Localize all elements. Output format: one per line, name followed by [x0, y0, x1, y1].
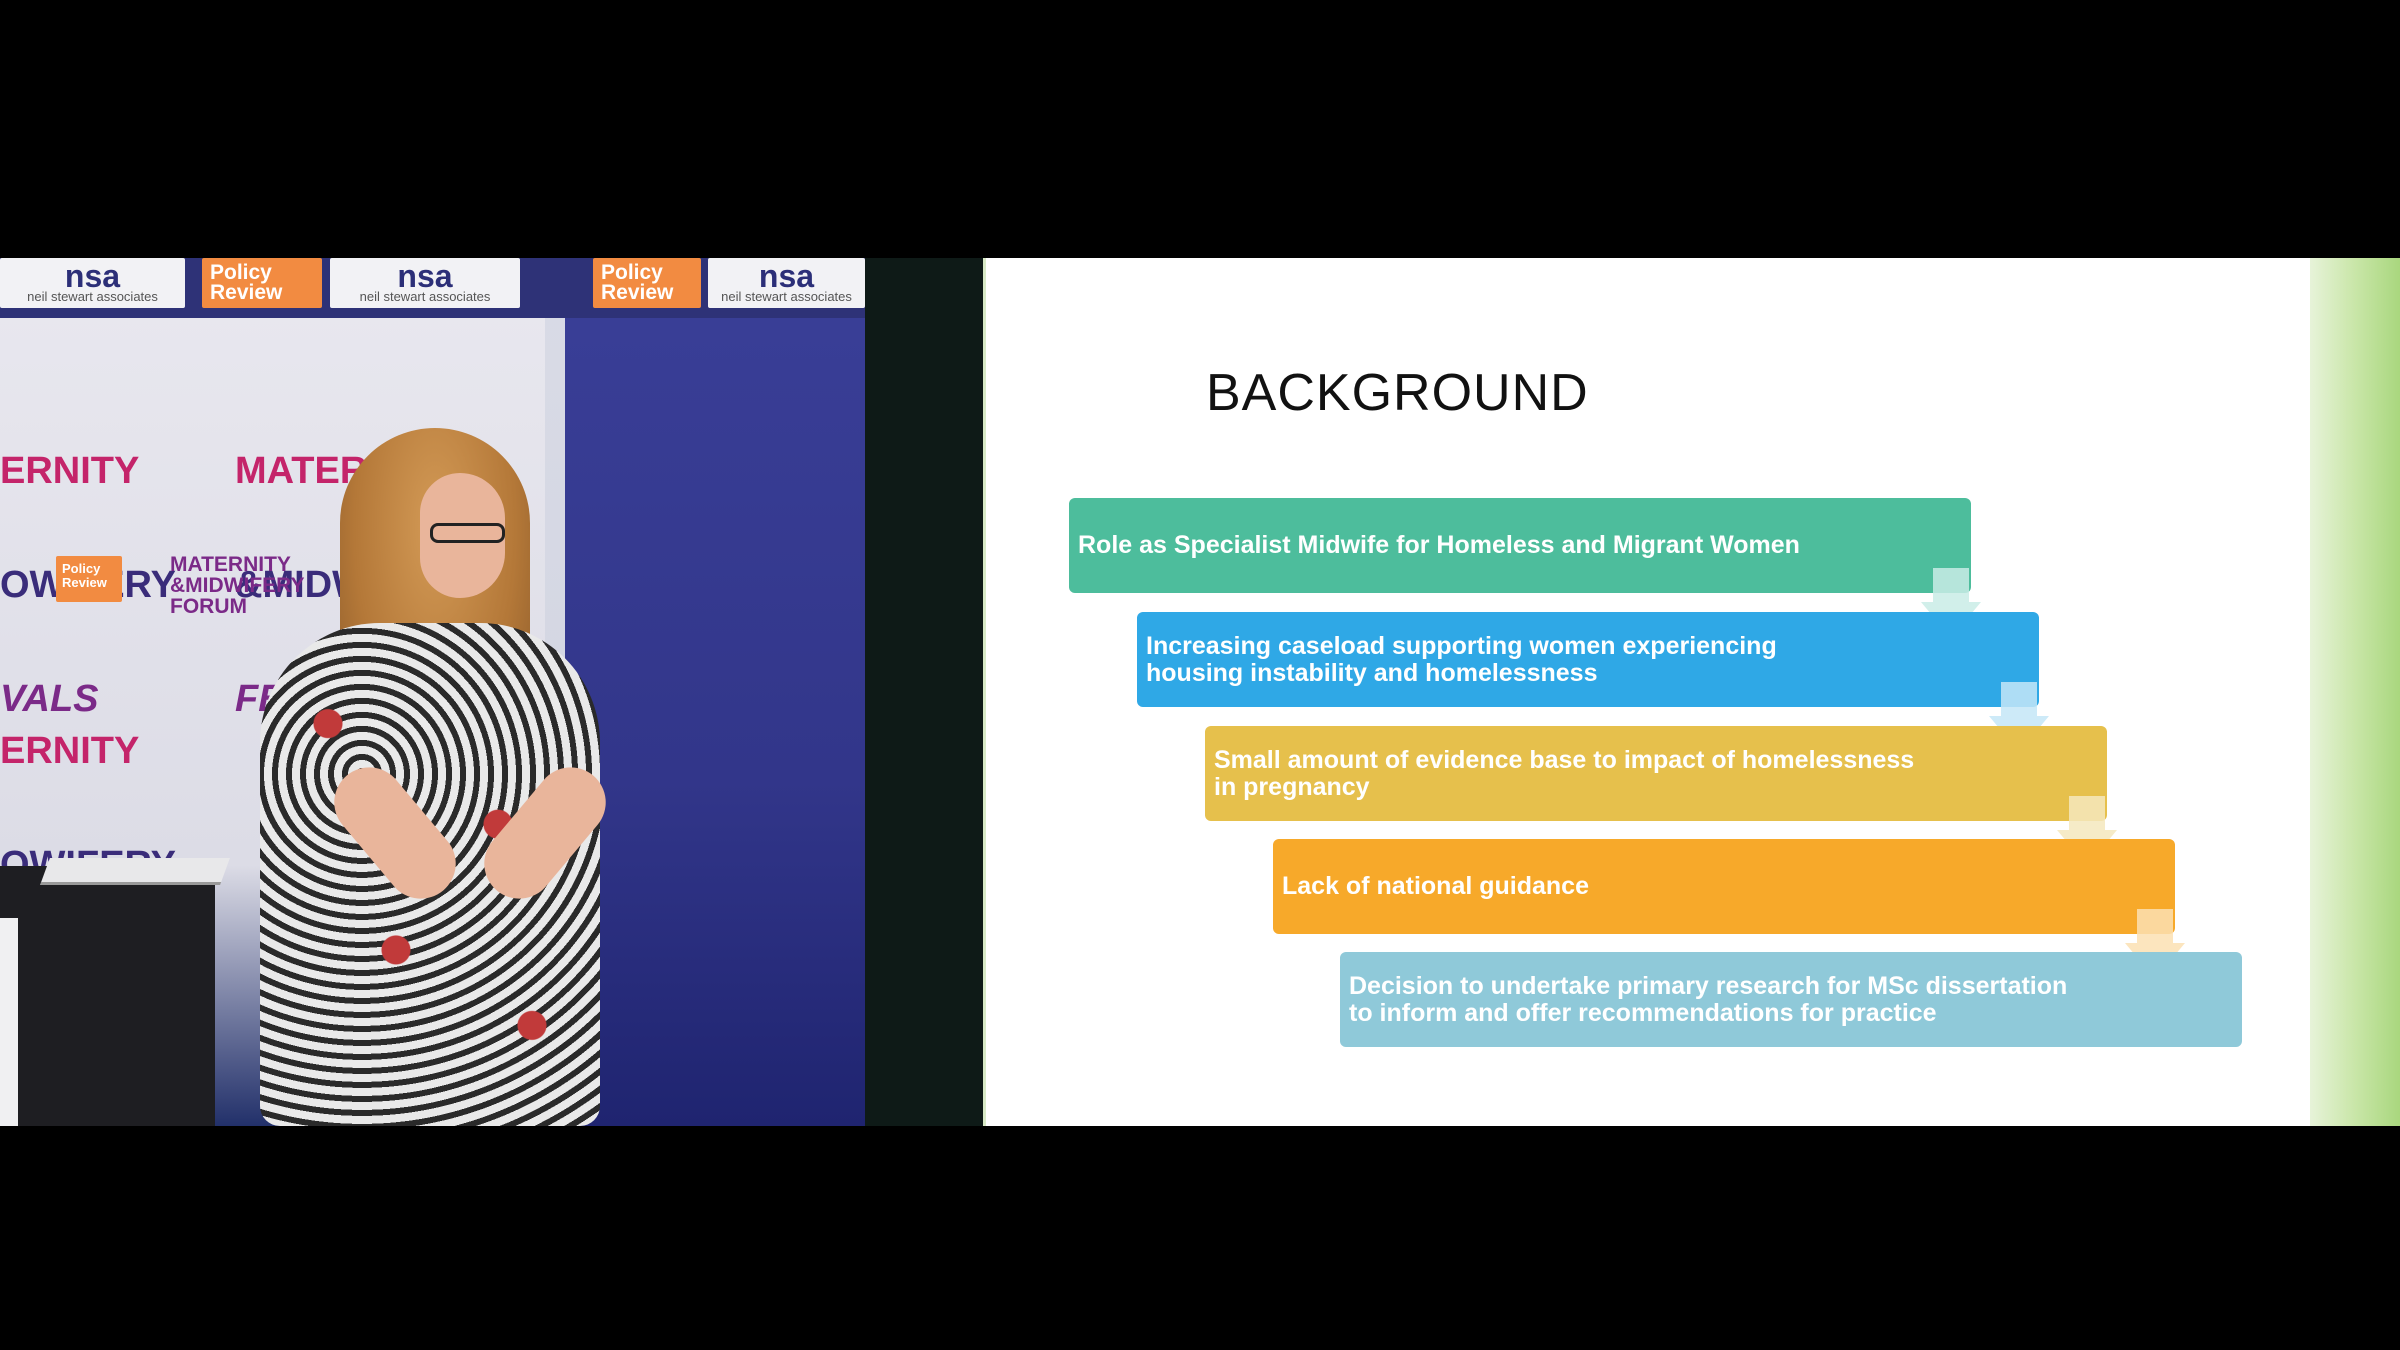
lectern-side: [0, 918, 18, 1126]
policy-review-logo: Policy Review: [202, 258, 322, 308]
step-box-1: Role as Specialist Midwife for Homeless …: [1069, 498, 1971, 593]
policy-review-logo: Policy Review: [593, 258, 701, 308]
nsa-logo: nsa neil stewart associates: [708, 258, 865, 308]
nsa-logo: nsa neil stewart associates: [330, 258, 520, 308]
step-box-3: Small amount of evidence base to impact …: [1205, 726, 2107, 821]
policy-review-logo: Policy Review: [56, 556, 122, 602]
video-stage: nsa neil stewart associates Policy Revie…: [0, 258, 2400, 1126]
presentation-slide: BACKGROUND Role as Specialist Midwife fo…: [983, 258, 2310, 1126]
step-box-4: Lack of national guidance: [1273, 839, 2175, 934]
step-box-5: Decision to undertake primary research f…: [1340, 952, 2242, 1047]
slide-title: BACKGROUND: [1206, 364, 1589, 422]
lectern-top: [40, 858, 230, 885]
speaker: [240, 428, 640, 1126]
lectern: [0, 866, 215, 1126]
nsa-logo: nsa neil stewart associates: [0, 258, 185, 308]
speaker-camera-view: nsa neil stewart associates Policy Revie…: [0, 258, 865, 1126]
speaker-glasses: [430, 523, 505, 543]
slide-background-edge: [2310, 258, 2400, 1126]
step-box-2: Increasing caseload supporting women exp…: [1137, 612, 2039, 707]
slide-gutter: [865, 258, 983, 1126]
